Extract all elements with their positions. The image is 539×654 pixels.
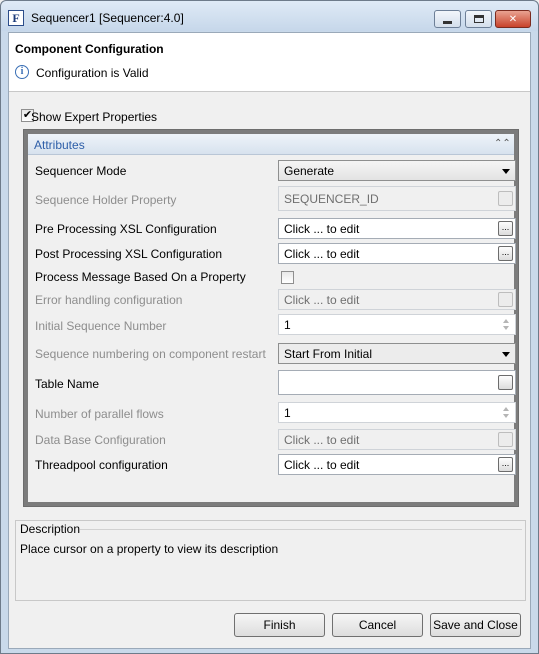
process-message-label: Process Message Based On a Property [35, 270, 246, 284]
finish-button[interactable]: Finish [234, 613, 325, 637]
close-button[interactable]: ✕ [495, 10, 531, 28]
post-processing-value: Click ... to edit [284, 247, 360, 261]
parallel-flows-input[interactable]: 1 [278, 402, 516, 423]
chevron-down-icon [502, 352, 510, 357]
minimize-button[interactable] [434, 10, 461, 28]
threadpool-config-value: Click ... to edit [284, 458, 360, 472]
database-config-field[interactable]: Click ... to edit [278, 429, 516, 450]
minimize-icon [443, 20, 452, 24]
spinner-down-icon[interactable] [503, 414, 509, 418]
collapse-icon[interactable]: ⌃⌃ [494, 137, 511, 151]
table-name-label: Table Name [35, 377, 100, 391]
error-handling-field[interactable]: Click ... to edit [278, 289, 516, 310]
parallel-flows-spinner[interactable] [500, 405, 513, 420]
table-name-edit-button[interactable] [498, 375, 513, 390]
window-title: Sequencer1 [Sequencer:4.0] [31, 11, 184, 25]
pre-processing-field[interactable]: Click ... to edit ... [278, 218, 516, 239]
restart-numbering-select[interactable]: Start From Initial [278, 343, 516, 364]
header-area: Component Configuration i Configuration … [9, 33, 530, 92]
parallel-flows-value: 1 [284, 406, 291, 420]
sequence-holder-value: SEQUENCER_ID [284, 192, 379, 206]
attributes-title: Attributes [34, 138, 85, 152]
sequence-holder-field[interactable]: SEQUENCER_ID [278, 186, 516, 211]
dialog-window: F Sequencer1 [Sequencer:4.0] ✕ Component… [0, 0, 539, 654]
description-panel: Description Place cursor on a property t… [15, 520, 526, 601]
maximize-icon [473, 15, 484, 23]
initial-sequence-input[interactable]: 1 [278, 314, 516, 335]
database-config-value: Click ... to edit [284, 433, 360, 447]
cancel-button[interactable]: Cancel [332, 613, 423, 637]
spinner-down-icon[interactable] [503, 326, 509, 330]
pre-processing-label: Pre Processing XSL Configuration [35, 222, 217, 236]
maximize-button[interactable] [465, 10, 492, 28]
initial-sequence-label: Initial Sequence Number [35, 319, 167, 333]
restart-numbering-label: Sequence numbering on component restart [35, 347, 266, 361]
description-text: Place cursor on a property to view its d… [20, 542, 279, 556]
dialog-client: Component Configuration i Configuration … [8, 32, 531, 649]
threadpool-config-field[interactable]: Click ... to edit ... [278, 454, 516, 475]
initial-sequence-value: 1 [284, 318, 291, 332]
initial-sequence-spinner[interactable] [500, 317, 513, 332]
attributes-header[interactable]: Attributes ⌃⌃ [28, 134, 514, 155]
post-processing-field[interactable]: Click ... to edit ... [278, 243, 516, 264]
error-handling-label: Error handling configuration [35, 293, 183, 307]
description-title: Description [20, 522, 81, 536]
description-divider [80, 529, 522, 530]
error-handling-value: Click ... to edit [284, 293, 360, 307]
close-icon: ✕ [508, 13, 518, 25]
process-message-checkbox[interactable] [281, 271, 294, 284]
table-name-field[interactable] [278, 370, 516, 395]
sequence-holder-edit-button[interactable] [498, 191, 513, 206]
restart-numbering-value: Start From Initial [284, 347, 373, 361]
spinner-up-icon[interactable] [503, 407, 509, 411]
status-message: Configuration is Valid [36, 66, 149, 80]
post-processing-edit-button[interactable]: ... [498, 246, 513, 261]
sequencer-mode-label: Sequencer Mode [35, 164, 127, 178]
database-config-edit-button[interactable] [498, 432, 513, 447]
sequence-holder-label: Sequence Holder Property [35, 193, 177, 207]
spinner-up-icon[interactable] [503, 319, 509, 323]
save-and-close-button[interactable]: Save and Close [430, 613, 521, 637]
parallel-flows-label: Number of parallel flows [35, 407, 164, 421]
post-processing-label: Post Processing XSL Configuration [35, 247, 222, 261]
pre-processing-edit-button[interactable]: ... [498, 221, 513, 236]
title-bar[interactable]: F Sequencer1 [Sequencer:4.0] ✕ [1, 1, 538, 31]
attributes-panel: Attributes ⌃⌃ Sequencer Mode Generate Se… [23, 129, 519, 507]
show-expert-label: Show Expert Properties [31, 110, 158, 124]
chevron-down-icon [502, 169, 510, 174]
threadpool-config-label: Threadpool configuration [35, 458, 168, 472]
sequencer-mode-select[interactable]: Generate [278, 160, 516, 181]
attributes-panel-inner: Attributes ⌃⌃ Sequencer Mode Generate Se… [28, 134, 516, 502]
sequencer-mode-value: Generate [284, 164, 335, 178]
pre-processing-value: Click ... to edit [284, 222, 360, 236]
app-icon: F [8, 10, 24, 26]
threadpool-config-edit-button[interactable]: ... [498, 457, 513, 472]
error-handling-edit-button[interactable] [498, 292, 513, 307]
info-icon: i [15, 65, 29, 79]
page-title: Component Configuration [15, 42, 164, 56]
database-config-label: Data Base Configuration [35, 433, 166, 447]
